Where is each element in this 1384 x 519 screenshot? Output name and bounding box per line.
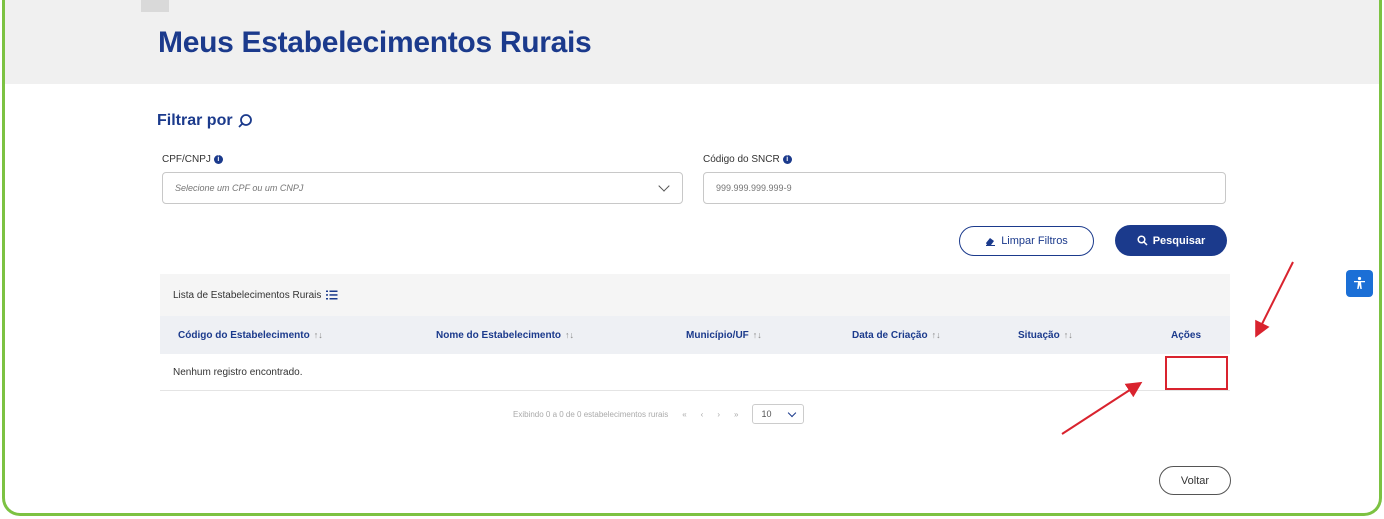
arrow-annotation-bottom: [1061, 381, 1143, 435]
window-frame: Meus Estabelecimentos Rurais Filtrar por…: [2, 0, 1382, 516]
arrow-annotation-right: [1255, 261, 1294, 338]
annotation-arrows: [1061, 261, 1294, 435]
